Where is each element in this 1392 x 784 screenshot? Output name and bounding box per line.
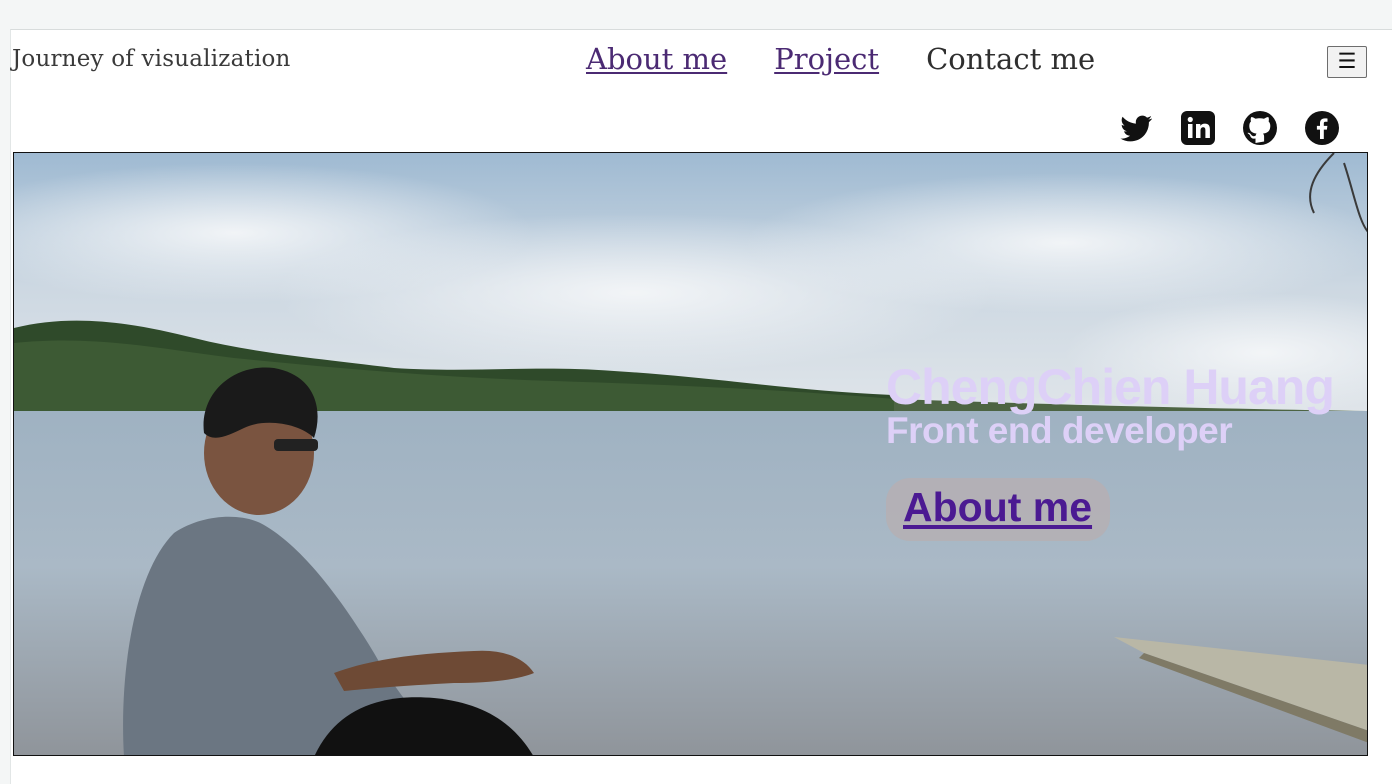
- hero-name: ChengChien Huang: [886, 359, 1335, 415]
- hero-text: ChengChien Huang Front end developer Abo…: [886, 358, 1335, 541]
- site-brand[interactable]: Journey of visualization: [12, 46, 291, 72]
- github-icon[interactable]: [1242, 110, 1278, 146]
- twitter-icon[interactable]: [1118, 110, 1154, 146]
- facebook-icon[interactable]: [1304, 110, 1340, 146]
- linkedin-icon[interactable]: [1180, 110, 1216, 146]
- hero-banner: ChengChien Huang Front end developer Abo…: [13, 152, 1368, 756]
- main-nav: About me Project Contact me: [586, 42, 1095, 76]
- hamburger-menu-button[interactable]: ☰: [1327, 46, 1367, 78]
- nav-about-me[interactable]: About me: [586, 42, 727, 76]
- nav-project[interactable]: Project: [774, 42, 879, 76]
- nav-contact-me[interactable]: Contact me: [926, 42, 1095, 76]
- hero-about-me-button[interactable]: About me: [886, 478, 1111, 541]
- social-links: [1118, 110, 1340, 146]
- hero-role: Front end developer: [886, 410, 1233, 451]
- hamburger-icon: ☰: [1337, 49, 1357, 73]
